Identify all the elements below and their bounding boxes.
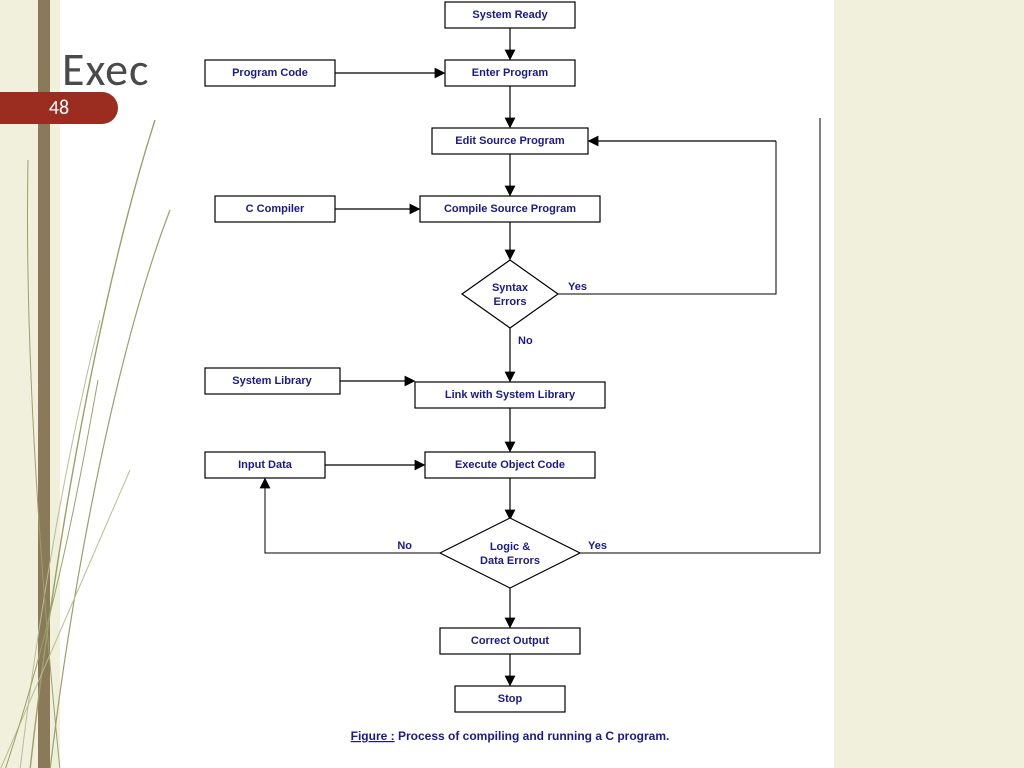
label-edit-source: Edit Source Program [455, 135, 565, 147]
label-program-code: Program Code [232, 67, 308, 79]
connector [265, 480, 440, 553]
label-correct-output: Correct Output [471, 635, 550, 647]
label-yes-syntax: Yes [568, 281, 587, 293]
figure-caption: Figure : Process of compiling and runnin… [351, 729, 670, 743]
node-logic-errors [440, 518, 580, 588]
flowchart: System Ready Enter Program Program Code … [180, 0, 840, 750]
label-link-lib: Link with System Library [445, 389, 576, 401]
slide-number: 48 [49, 96, 69, 120]
label-logic-errors-1: Logic & [490, 541, 530, 553]
figure-caption-text: Process of compiling and running a C pro… [395, 729, 670, 743]
decor-right-panel [834, 0, 1024, 768]
label-syntax-errors-2: Errors [493, 296, 526, 308]
label-stop: Stop [498, 693, 523, 705]
label-compile-source: Compile Source Program [444, 203, 576, 215]
label-yes-logic: Yes [588, 540, 607, 552]
node-syntax-errors [462, 260, 558, 328]
label-no-logic: No [397, 540, 412, 552]
label-input-data: Input Data [238, 459, 293, 471]
label-system-library: System Library [232, 375, 312, 387]
slide-title: Exec [62, 42, 150, 98]
slide-number-badge: 48 [0, 92, 118, 124]
label-execute-obj: Execute Object Code [455, 459, 565, 471]
label-system-ready: System Ready [472, 9, 548, 21]
label-logic-errors-2: Data Errors [480, 555, 540, 567]
label-syntax-errors-1: Syntax [492, 282, 529, 294]
label-enter-program: Enter Program [472, 67, 549, 79]
connector [580, 118, 820, 553]
figure-caption-prefix: Figure : [351, 729, 395, 743]
slide: Exec 48 System Ready Enter Program Progr… [0, 0, 1024, 768]
label-c-compiler: C Compiler [246, 203, 305, 215]
label-no-syntax: No [518, 335, 533, 347]
